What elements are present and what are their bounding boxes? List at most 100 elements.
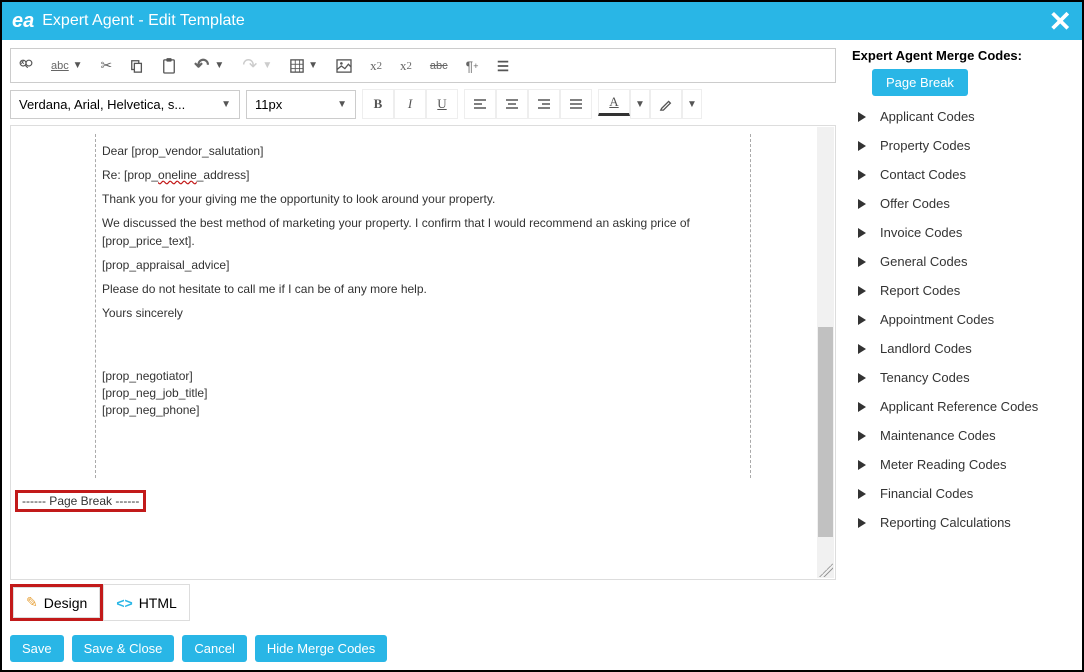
merge-item-label: Financial Codes [880,486,973,501]
table-icon[interactable]: ▼ [290,58,318,74]
merge-item-offer[interactable]: Offer Codes [852,189,1074,218]
tab-html[interactable]: <> HTML [103,584,189,621]
expand-icon [858,518,866,528]
merge-item-report[interactable]: Report Codes [852,276,1074,305]
underline-button[interactable]: U [426,89,458,119]
tab-html-label: HTML [139,595,177,611]
font-size-value: 11px [255,97,282,112]
merge-item-label: Invoice Codes [880,225,962,240]
merge-item-label: Property Codes [880,138,970,153]
font-color-button[interactable]: A [598,89,630,116]
merge-item-financial[interactable]: Financial Codes [852,479,1074,508]
expand-icon [858,431,866,441]
sig-jobtitle: [prop_neg_job_title] [102,385,744,402]
scroll-thumb[interactable] [818,327,833,537]
scrollbar[interactable] [817,127,834,578]
merge-item-label: Contact Codes [880,167,966,182]
merge-item-label: Appointment Codes [880,312,994,327]
tab-design[interactable]: ✎ Design [13,587,100,618]
salutation-text: Dear [102,144,131,158]
superscript-icon[interactable]: x2 [370,58,382,74]
font-size-select[interactable]: 11px▼ [246,90,356,119]
font-family-value: Verdana, Arial, Helvetica, s... [19,97,185,112]
sig-negotiator: [prop_negotiator] [102,368,744,385]
pencil-icon: ✎ [26,594,38,611]
para2: We discussed the best method of marketin… [102,214,744,250]
spellcheck-icon[interactable]: abc ▼ [51,58,83,74]
re-prefix: Re: [prop_ [102,168,158,182]
redo-icon[interactable]: ↷ ▼ [242,55,272,76]
line-height-icon[interactable] [496,59,510,73]
merge-item-invoice[interactable]: Invoice Codes [852,218,1074,247]
merge-item-applicant[interactable]: Applicant Codes [852,102,1074,131]
merge-item-label: Maintenance Codes [880,428,996,443]
image-icon[interactable] [336,59,352,73]
merge-panel: Expert Agent Merge Codes: Page Break App… [844,40,1082,670]
window-title: Expert Agent - Edit Template [42,12,244,30]
pagebreak-button[interactable]: Page Break [872,69,968,96]
align-justify-button[interactable] [560,89,592,119]
merge-item-meter[interactable]: Meter Reading Codes [852,450,1074,479]
expand-icon [858,112,866,122]
merge-item-tenancy[interactable]: Tenancy Codes [852,363,1074,392]
align-right-button[interactable] [528,89,560,119]
advice-code: [prop_appraisal_advice] [102,256,744,274]
merge-item-label: Offer Codes [880,196,950,211]
highlight-dropdown[interactable]: ▼ [682,89,702,119]
close-icon[interactable]: ✕ [1049,5,1072,38]
save-button[interactable]: Save [10,635,64,662]
merge-item-applicant-ref[interactable]: Applicant Reference Codes [852,392,1074,421]
hide-merge-codes-button[interactable]: Hide Merge Codes [255,635,387,662]
merge-item-landlord[interactable]: Landlord Codes [852,334,1074,363]
code-icon: <> [116,595,132,611]
expand-icon [858,315,866,325]
merge-item-label: Landlord Codes [880,341,972,356]
highlight-button[interactable] [650,89,682,119]
signoff: Yours sincerely [102,304,744,322]
font-family-select[interactable]: Verdana, Arial, Helvetica, s...▼ [10,90,240,119]
font-color-dropdown[interactable]: ▼ [630,89,650,119]
expand-icon [858,402,866,412]
sig-phone: [prop_neg_phone] [102,402,744,419]
re-underlined: oneline [158,168,197,182]
cancel-button[interactable]: Cancel [182,635,246,662]
undo-icon[interactable]: ↶ ▼ [194,55,224,76]
paragraph-icon[interactable]: ¶+ [466,58,479,74]
merge-item-label: Applicant Reference Codes [880,399,1038,414]
merge-item-reporting[interactable]: Reporting Calculations [852,508,1074,537]
editor-area[interactable]: Dear [prop_vendor_salutation] Re: [prop_… [10,125,836,580]
merge-item-label: Reporting Calculations [880,515,1011,530]
expand-icon [858,141,866,151]
italic-button[interactable]: I [394,89,426,119]
merge-item-maintenance[interactable]: Maintenance Codes [852,421,1074,450]
merge-item-label: Applicant Codes [880,109,975,124]
copy-icon[interactable] [130,59,144,73]
find-icon[interactable] [19,59,33,73]
expand-icon [858,286,866,296]
toolbar-format: Verdana, Arial, Helvetica, s...▼ 11px▼ B… [10,83,836,125]
align-center-button[interactable] [496,89,528,119]
expand-icon [858,199,866,209]
align-left-button[interactable] [464,89,496,119]
tab-design-label: Design [44,595,88,611]
expand-icon [858,344,866,354]
salutation-code: [prop_vendor_salutation] [131,144,263,158]
paste-icon[interactable] [162,58,176,74]
para1: Thank you for your giving me the opportu… [102,190,744,208]
cut-icon[interactable]: ✂ [101,57,113,74]
merge-item-property[interactable]: Property Codes [852,131,1074,160]
save-close-button[interactable]: Save & Close [72,635,175,662]
app-logo: ea [12,10,34,33]
re-suffix: _address] [197,168,250,182]
merge-item-contact[interactable]: Contact Codes [852,160,1074,189]
merge-item-label: Meter Reading Codes [880,457,1006,472]
merge-item-appointment[interactable]: Appointment Codes [852,305,1074,334]
merge-item-general[interactable]: General Codes [852,247,1074,276]
subscript-icon[interactable]: x2 [400,58,412,74]
bold-button[interactable]: B [362,89,394,119]
merge-item-label: Tenancy Codes [880,370,970,385]
expand-icon [858,460,866,470]
resize-grip[interactable] [819,563,833,577]
expand-icon [858,228,866,238]
strikethrough-icon[interactable]: abc [430,60,448,72]
